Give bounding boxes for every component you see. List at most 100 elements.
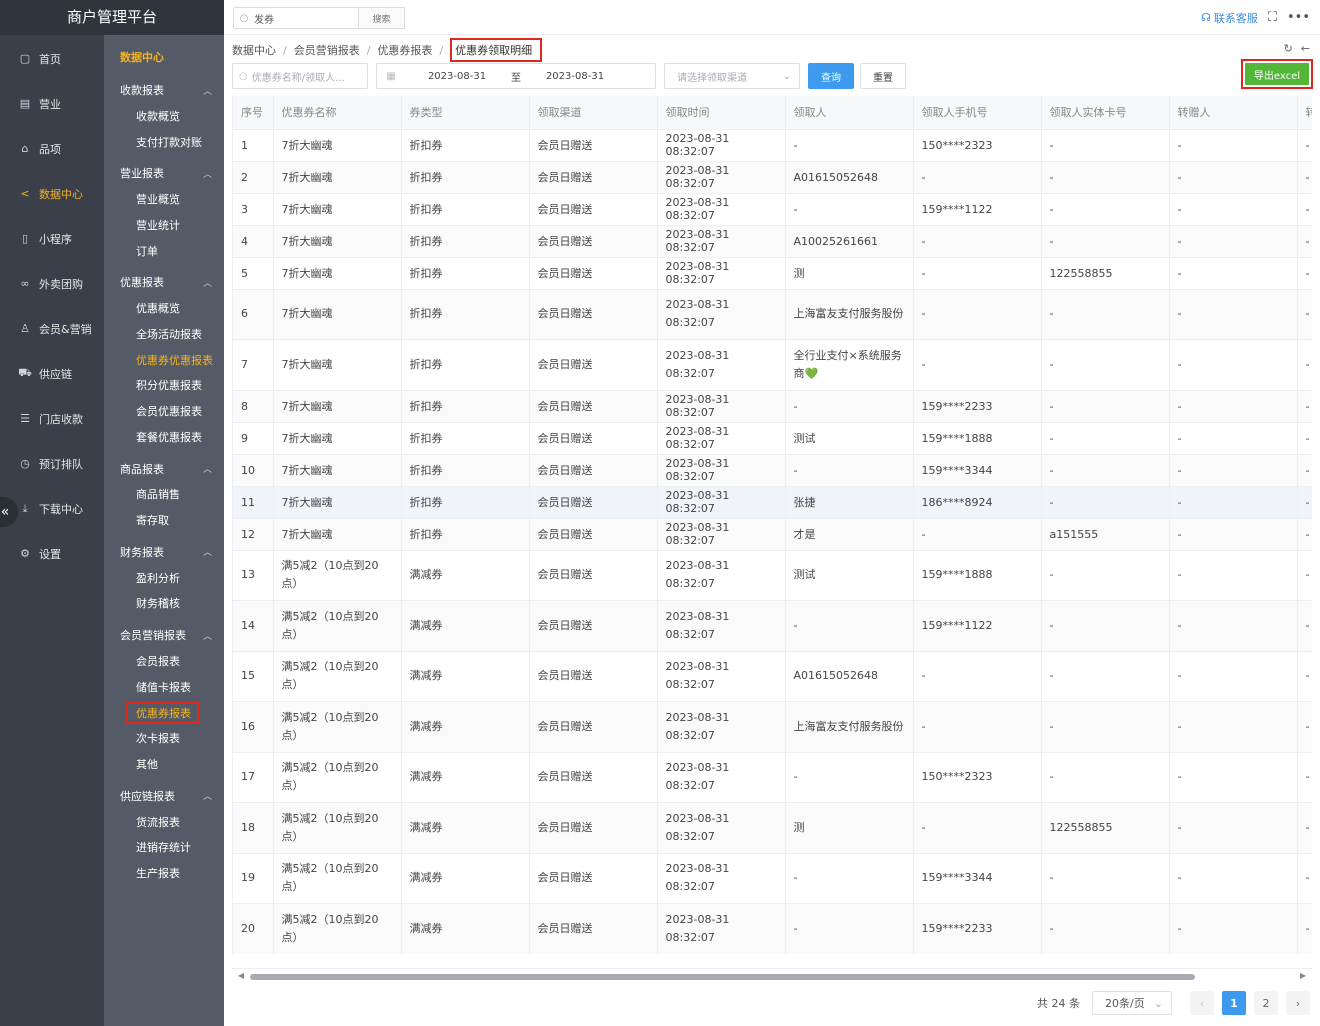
nav-item[interactable]: ⚙ 设置 <box>0 531 104 576</box>
nav-group[interactable]: 营业报表 ︿ <box>104 160 224 186</box>
horizontal-scrollbar[interactable]: ◀ ▶ <box>232 968 1312 982</box>
nav-subitem[interactable]: 财务稽核 <box>104 591 224 617</box>
table-cell: 10 <box>233 454 274 487</box>
export-excel-button[interactable]: 导出excel <box>1245 63 1309 85</box>
nav-subitem[interactable]: 优惠券优惠报表 <box>104 347 224 373</box>
nav-item[interactable]: ▢ 首页 <box>0 36 104 81</box>
scrollbar-thumb[interactable] <box>250 974 1195 980</box>
nav-subitem[interactable]: 生产报表 <box>104 860 224 886</box>
table-cell: 满5减2（10点到20点） <box>273 550 402 601</box>
table-cell: 折扣券 <box>401 161 530 194</box>
nav-subitem[interactable]: 次卡报表 <box>104 725 224 751</box>
coupon-name-placeholder: 优惠券名称/领取人... <box>251 72 345 84</box>
table-cell: - <box>1169 129 1298 162</box>
nav-group-label: 营业报表 <box>120 167 164 181</box>
nav-group[interactable]: 收款报表 ︿ <box>104 77 224 103</box>
nav-subitem-label: 储值卡报表 <box>136 680 191 694</box>
nav-item-label: 预订排队 <box>39 457 83 471</box>
nav-item[interactable]: ⌂ 品项 <box>0 126 104 171</box>
table-row: 9 7折大幽魂 折扣券 会员日赠送 2023-08-31 08:32:07 测试 159**… <box>233 422 1312 455</box>
nav-subitem[interactable]: 其他 <box>104 751 224 777</box>
scroll-right-arrow-icon[interactable]: ▶ <box>1300 971 1306 980</box>
query-button[interactable]: 查询 <box>808 63 854 89</box>
table-cell: 满5减2（10点到20点） <box>273 802 402 854</box>
scroll-left-arrow-icon[interactable]: ◀ <box>238 971 244 980</box>
nav-group[interactable]: 商品报表 ︿ <box>104 456 224 482</box>
table-cell: 14 <box>233 600 274 652</box>
bag-icon: ⌂ <box>21 142 29 155</box>
nav-subitem[interactable]: 支付打款对账 <box>104 129 224 155</box>
breadcrumb-item[interactable]: 数据中心 <box>232 42 276 58</box>
nav-item[interactable]: ∞ 外卖团购 <box>0 261 104 306</box>
nav-subitem[interactable]: 储值卡报表 <box>104 674 224 700</box>
nav-subitem[interactable]: 盈利分析 <box>104 565 224 591</box>
nav-item[interactable]: ▯ 小程序 <box>0 216 104 261</box>
nav-item[interactable]: ⛟ 供应链 <box>0 351 104 396</box>
reset-button[interactable]: 重置 <box>860 63 906 89</box>
more-icon[interactable]: ••• <box>1287 10 1310 25</box>
nav-subitem[interactable]: 寄存取 <box>104 507 224 533</box>
table-cell: 2023-08-31 08:32:07 <box>657 161 786 194</box>
date-start[interactable]: 2023-08-31 <box>405 71 509 82</box>
back-arrow-icon[interactable]: ← <box>1301 42 1310 55</box>
table-cell: 折扣券 <box>401 225 530 258</box>
nav-subitem[interactable]: 商品销售 <box>104 482 224 508</box>
nav-group[interactable]: 会员营销报表 ︿ <box>104 622 224 648</box>
nav-subitem[interactable]: 会员报表 <box>104 648 224 674</box>
nav-subitem[interactable]: 积分优惠报表 <box>104 373 224 399</box>
table-cell: 15 <box>233 651 274 702</box>
page-size-select[interactable]: 20条/页 ⌄ <box>1092 991 1172 1015</box>
next-page-button[interactable]: › <box>1286 991 1310 1015</box>
refresh-icon[interactable]: ↻ <box>1284 42 1293 55</box>
date-end[interactable]: 2023-08-31 <box>523 71 627 82</box>
nav-subitem[interactable]: 营业概览 <box>104 186 224 212</box>
nav-item[interactable]: ▤ 营业 <box>0 81 104 126</box>
table-cell: 1 <box>233 129 274 162</box>
nav-subitem[interactable]: 套餐优惠报表 <box>104 424 224 450</box>
table-cell: - <box>1169 518 1298 551</box>
brand-title: 商户管理平台 <box>0 0 224 35</box>
nav-item[interactable]: < 数据中心 <box>0 171 104 216</box>
table-cell: - <box>1297 454 1312 487</box>
prev-page-button[interactable]: ‹ <box>1190 991 1214 1015</box>
nav-subitem[interactable]: 收款概览 <box>104 103 224 129</box>
nav-subitem[interactable]: 营业统计 <box>104 212 224 238</box>
table-row: 11 7折大幽魂 折扣券 会员日赠送 2023-08-31 08:32:07 张捷 186*… <box>233 486 1312 519</box>
nav-subitem[interactable]: 优惠概览 <box>104 295 224 321</box>
nav-item[interactable]: ♙ 会员&营销 <box>0 306 104 351</box>
page-2-button[interactable]: 2 <box>1254 991 1278 1015</box>
date-range-picker[interactable]: ▦ 2023-08-31 至 2023-08-31 <box>376 63 656 89</box>
channel-select[interactable]: 请选择领取渠道 ⌄ <box>664 63 800 89</box>
search-button[interactable]: 搜索 <box>358 7 405 29</box>
table-cell: - <box>785 454 914 487</box>
table-cell: - <box>1169 486 1298 519</box>
nav-subitem-label: 会员报表 <box>136 655 180 669</box>
fullscreen-icon[interactable]: ⛶ <box>1268 10 1277 25</box>
table-cell: 8 <box>233 390 274 423</box>
breadcrumb-item[interactable]: 优惠券报表 <box>377 42 432 58</box>
coupon-name-search-input[interactable]: ○ 优惠券名称/领取人... <box>232 63 368 89</box>
nav-item[interactable]: ◷ 预订排队 <box>0 441 104 486</box>
nav-subitem[interactable]: 订单 <box>104 238 224 264</box>
nav-subitem[interactable]: 全场活动报表 <box>104 321 224 347</box>
nav-group[interactable]: 供应链报表 ︿ <box>104 783 224 809</box>
breadcrumb-item[interactable]: 会员营销报表 <box>294 42 360 58</box>
table-cell: - <box>1169 225 1298 258</box>
table-body: 1 7折大幽魂 折扣券 会员日赠送 2023-08-31 08:32:07-150***… <box>233 129 1312 954</box>
table-cell: 会员日赠送 <box>529 853 658 904</box>
page-1-button[interactable]: 1 <box>1222 991 1246 1015</box>
table-cell: 7折大幽魂 <box>273 390 402 423</box>
nav-item[interactable]: ☰ 门店收款 <box>0 396 104 441</box>
table-cell: 会员日赠送 <box>529 486 658 519</box>
table-row: 2 7折大幽魂 折扣券 会员日赠送 2023-08-31 08:32:07 A016150… <box>233 161 1312 194</box>
nav-subitem[interactable]: 会员优惠报表 <box>104 398 224 424</box>
nav-group[interactable]: 优惠报表 ︿ <box>104 269 224 295</box>
nav-subitem[interactable]: 货流报表 <box>104 809 224 835</box>
nav-group[interactable]: 财务报表 ︿ <box>104 539 224 565</box>
table-row: 1 7折大幽魂 折扣券 会员日赠送 2023-08-31 08:32:07-150***… <box>233 129 1312 162</box>
nav-subitem[interactable]: 优惠券报表 <box>104 700 224 726</box>
nav-subitem[interactable]: 进销存统计 <box>104 834 224 860</box>
contact-support-link[interactable]: ☊ 联系客服 <box>1201 10 1258 26</box>
table-cell: - <box>1169 853 1298 904</box>
table-cell: 18 <box>233 802 274 854</box>
